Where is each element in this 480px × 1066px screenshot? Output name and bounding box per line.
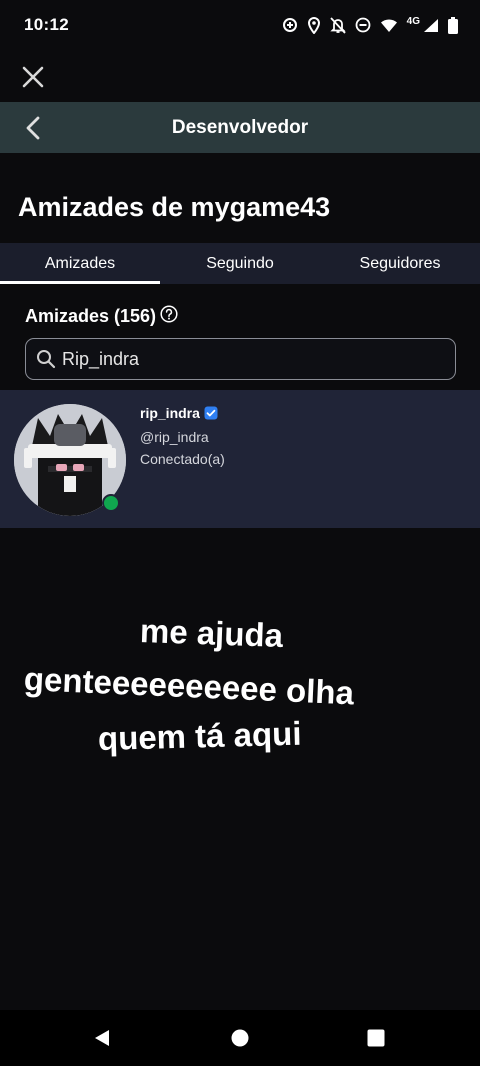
close-row	[0, 56, 480, 100]
back-arrow-icon[interactable]	[22, 115, 46, 141]
tab-seguindo[interactable]: Seguindo	[160, 243, 320, 284]
page-title: Amizades de mygame43	[18, 192, 331, 222]
battery-icon	[448, 16, 458, 34]
caption-line: quem tá aqui	[97, 714, 302, 757]
overlay-caption: me ajuda genteeeeeeeeee olha quem tá aqu…	[0, 600, 480, 800]
tab-seguidores[interactable]: Seguidores	[320, 243, 480, 284]
search-icon	[37, 350, 56, 369]
section-title: Amizades (156)	[25, 306, 157, 326]
search-box[interactable]	[25, 338, 456, 380]
friend-status: Conectado(a)	[140, 451, 225, 467]
notifications-off-icon	[329, 16, 346, 34]
close-icon[interactable]	[20, 64, 46, 90]
nav-recents-icon[interactable]	[367, 1029, 385, 1047]
do-not-disturb-icon	[355, 17, 371, 33]
developer-bar: Desenvolvedor	[0, 102, 480, 153]
status-time: 10:12	[24, 15, 69, 34]
signal-icon	[424, 18, 438, 32]
friend-handle: @rip_indra	[140, 429, 209, 445]
verified-badge-icon	[204, 406, 218, 420]
status-icons: 4G	[282, 15, 458, 34]
nav-home-icon[interactable]	[231, 1029, 249, 1047]
caption-line: me ajuda	[139, 612, 284, 654]
location-icon	[307, 16, 320, 34]
search-input[interactable]	[62, 348, 455, 370]
network-type: 4G	[406, 15, 420, 27]
friend-name: rip_indra	[140, 405, 200, 421]
developer-bar-title: Desenvolvedor	[171, 116, 309, 138]
wifi-icon	[380, 18, 397, 32]
friend-list-item[interactable]: rip_indra @rip_indra Conectado(a)	[0, 390, 480, 528]
tab-bar: Amizades Seguindo Seguidores	[0, 243, 480, 284]
section-header: Amizades (156)	[25, 305, 178, 327]
tab-amizades[interactable]: Amizades	[0, 243, 160, 284]
help-icon[interactable]	[160, 305, 178, 323]
friend-name-row: rip_indra	[140, 405, 218, 421]
status-bar: 10:12 4G	[0, 0, 480, 50]
nav-back-icon[interactable]	[92, 1028, 112, 1048]
online-status-dot	[102, 494, 120, 512]
data-saver-icon	[282, 18, 297, 32]
system-nav-bar	[0, 1010, 480, 1066]
caption-line: genteeeeeeeeee olha	[23, 660, 355, 712]
